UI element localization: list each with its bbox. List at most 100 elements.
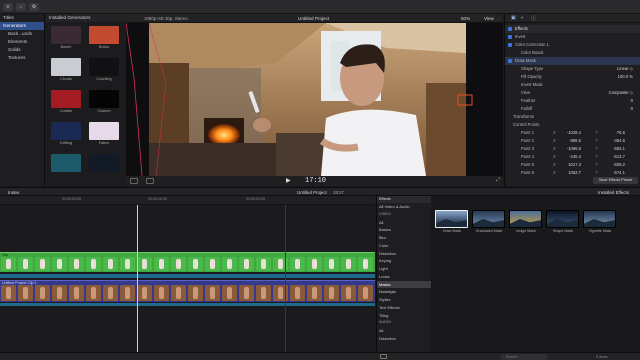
control-point-row[interactable]: Point 1 X -1028.4 Y -76.6 xyxy=(505,129,640,137)
control-point-row[interactable]: Point 4 X -245.4 Y -613.7 xyxy=(505,153,640,161)
generator-thumbnail[interactable] xyxy=(89,26,119,44)
category-item[interactable]: Looks xyxy=(377,273,431,281)
generator-thumbnail[interactable] xyxy=(89,58,119,76)
library-toggle-button[interactable]: ≡ xyxy=(3,3,13,11)
sidebar-item-backgrounds[interactable]: Back...unds xyxy=(0,30,44,38)
timeline[interactable]: Clip Untitled Project Clip 1 xyxy=(0,196,375,352)
sidebar-item-solids[interactable]: Solids xyxy=(0,46,44,54)
view-menu[interactable]: View xyxy=(484,16,494,21)
save-effects-preset-button[interactable]: Save Effects Preset xyxy=(593,177,638,184)
effect-thumbnail[interactable] xyxy=(509,210,542,228)
point-x-value[interactable]: -1096.8 xyxy=(559,145,581,153)
effect-thumbnail[interactable] xyxy=(435,210,468,228)
checkbox[interactable] xyxy=(508,27,512,31)
sidebar-item-elements[interactable]: Elements xyxy=(0,38,44,46)
generator-thumbnail[interactable] xyxy=(89,90,119,108)
category-item[interactable]: Keying xyxy=(377,257,431,265)
control-point-row[interactable]: Point 3 X -1096.8 Y -583.1 xyxy=(505,145,640,153)
category-item[interactable]: All xyxy=(377,219,431,227)
color-inspector-icon[interactable]: ◐ xyxy=(521,15,524,21)
category-item[interactable]: Nostalgia xyxy=(377,288,431,296)
generator-thumbnail[interactable] xyxy=(51,90,81,108)
inspector-row[interactable]: Shape Type Linear ◇ xyxy=(505,65,640,73)
category-item[interactable]: Blur xyxy=(377,234,431,242)
play-icon[interactable]: ▶ xyxy=(286,177,291,184)
effect-thumbnail[interactable] xyxy=(583,210,616,228)
point-y-value[interactable]: -608.2 xyxy=(603,161,625,169)
generator-thumbnail[interactable] xyxy=(51,154,81,172)
category-item[interactable]: Masks xyxy=(377,280,431,289)
inspector-value[interactable]: Composite ◇ xyxy=(609,89,633,97)
import-button[interactable]: ↓ xyxy=(16,3,26,11)
timecode-display[interactable]: 17:10 xyxy=(305,176,335,186)
generator-thumbnail[interactable] xyxy=(89,154,119,172)
inspector-row[interactable]: Falloff 0 xyxy=(505,105,640,113)
checkbox[interactable] xyxy=(508,43,512,47)
inspector-row[interactable]: Transforms xyxy=(505,113,640,121)
inspector-row[interactable]: Feather 0 xyxy=(505,97,640,105)
point-x-value[interactable]: 1017.3 xyxy=(559,161,581,169)
category-item[interactable]: All Video & Audio xyxy=(377,203,431,211)
info-inspector-icon[interactable]: ⓘ xyxy=(531,15,536,22)
point-y-value[interactable]: -574.1 xyxy=(603,169,625,177)
inspector-value[interactable]: 0 xyxy=(631,97,633,105)
browser-toggle-icon[interactable] xyxy=(380,354,387,359)
category-item[interactable]: Color xyxy=(377,242,431,250)
control-point-row[interactable]: Point 5 X 1017.3 Y -608.2 xyxy=(505,161,640,169)
zoom-menu[interactable]: 50% xyxy=(461,16,470,21)
video-inspector-icon[interactable]: ▣ xyxy=(511,15,516,21)
point-y-value[interactable]: -354.6 xyxy=(603,137,625,145)
crop-tool-icon[interactable] xyxy=(146,178,154,184)
timeline-ruler[interactable]: 00:00:00:00 00:00:10:00 00:00:20:00 xyxy=(0,196,375,205)
inspector-value[interactable]: 0 xyxy=(631,105,633,113)
index-button[interactable]: Index xyxy=(8,190,19,195)
generator-thumbnail[interactable] xyxy=(51,26,81,44)
inspector-row[interactable]: Fill Opacity 100.0 % xyxy=(505,73,640,81)
playhead[interactable] xyxy=(137,196,138,352)
point-y-value[interactable]: -76.6 xyxy=(603,129,625,137)
inspector-value[interactable]: 100.0 % xyxy=(618,73,633,81)
video-clip-track-bottom[interactable]: Untitled Project Clip 1 xyxy=(0,280,375,302)
category-item[interactable]: Basics xyxy=(377,226,431,234)
inspector-row[interactable]: Effects xyxy=(505,25,640,33)
point-y-value[interactable]: -613.7 xyxy=(603,153,625,161)
video-clip-track-top[interactable]: Clip xyxy=(0,252,375,272)
inspector-row[interactable]: Invert Mask xyxy=(505,81,640,89)
point-x-value[interactable]: -245.4 xyxy=(559,153,581,161)
sidebar-item-titles[interactable]: Titles xyxy=(0,14,44,22)
fullscreen-icon[interactable]: ⤢ xyxy=(496,177,500,183)
category-item[interactable]: Distortion xyxy=(377,335,431,343)
keyword-button[interactable]: ⚙ xyxy=(29,3,39,11)
generator-thumbnail[interactable] xyxy=(51,122,81,140)
transform-tool-icon[interactable] xyxy=(130,178,138,184)
sidebar-item-textures[interactable]: Textures xyxy=(0,54,44,62)
inspector-value[interactable]: Linear ◇ xyxy=(617,65,633,73)
inspector-row[interactable]: Color Correction 1 xyxy=(505,41,640,49)
point-x-value[interactable]: -1028.4 xyxy=(559,129,581,137)
generator-thumbnail[interactable] xyxy=(51,58,81,76)
effect-thumbnail[interactable] xyxy=(546,210,579,228)
inspector-row[interactable]: Color Board xyxy=(505,49,640,57)
effect-thumbnail[interactable] xyxy=(472,210,505,228)
checkbox[interactable] xyxy=(508,59,512,63)
point-y-value[interactable]: -583.1 xyxy=(603,145,625,153)
inspector-row[interactable]: Invert xyxy=(505,33,640,41)
category-item[interactable]: Text Effects xyxy=(377,304,431,312)
generator-thumbnail[interactable] xyxy=(89,122,119,140)
point-x-value[interactable]: 1062.7 xyxy=(559,169,581,177)
effects-search-input[interactable]: Search xyxy=(500,353,548,360)
sidebar-item-generators[interactable]: Generators xyxy=(0,22,44,30)
checkbox[interactable] xyxy=(508,35,512,39)
category-item[interactable]: Tiling xyxy=(377,312,431,320)
video-viewer[interactable] xyxy=(126,23,503,176)
control-point-row[interactable]: Point 6 X 1062.7 Y -574.1 xyxy=(505,169,640,177)
category-item[interactable]: All xyxy=(377,327,431,335)
inspector-row[interactable]: Draw Mask xyxy=(505,57,640,65)
point-x-value[interactable]: -886.5 xyxy=(559,137,581,145)
category-item[interactable]: Light xyxy=(377,265,431,273)
control-point-row[interactable]: Point 2 X -886.5 Y -354.6 xyxy=(505,137,640,145)
category-item[interactable]: Stylize xyxy=(377,296,431,304)
category-item[interactable]: Distortion xyxy=(377,250,431,258)
inspector-row[interactable]: View Composite ◇ xyxy=(505,89,640,97)
inspector-row[interactable]: Control Points xyxy=(505,121,640,129)
